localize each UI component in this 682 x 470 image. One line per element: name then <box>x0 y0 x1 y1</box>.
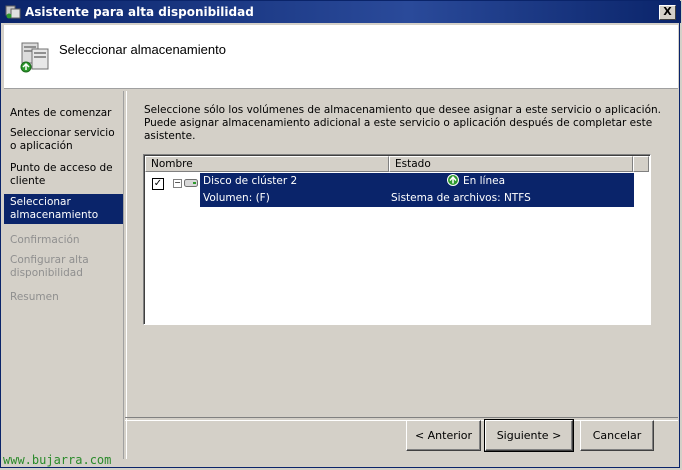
online-arrow-icon <box>447 174 459 186</box>
disk-status: En línea <box>463 175 506 187</box>
column-header-name[interactable]: Nombre <box>145 156 389 172</box>
instructions-text: Seleccione sólo los volúmenes de almacen… <box>144 104 669 143</box>
wizard-header: Seleccionar almacenamiento <box>4 25 678 89</box>
watermark: www.bujarra.com <box>3 453 112 467</box>
sidebar-item-resumen: Resumen <box>10 291 59 303</box>
disk-volume: Volumen: (F) <box>203 192 270 204</box>
sidebar-item-seleccionar-servicio[interactable]: Seleccionar servicio o aplicación <box>4 125 123 155</box>
instructions-line-1: Seleccione sólo los volúmenes de almacen… <box>144 104 661 116</box>
sidebar-item-confirmacion: Confirmación <box>10 234 80 246</box>
next-button[interactable]: Siguiente > <box>484 419 574 452</box>
title-bar[interactable]: Asistente para alta disponibilidad X <box>1 1 681 23</box>
server-storage-icon <box>20 42 49 73</box>
disk-filesystem: Sistema de archivos: NTFS <box>391 192 531 204</box>
sidebar-item-configurar-alta-disponibilidad: Configurar alta disponibilidad <box>10 254 89 279</box>
disk-name: Disco de clúster 2 <box>203 175 298 187</box>
cancel-button[interactable]: Cancelar <box>580 420 654 451</box>
column-header-status[interactable]: Estado <box>389 156 633 172</box>
close-button[interactable]: X <box>659 5 676 20</box>
disk-checkbox[interactable]: ✓ <box>152 178 164 190</box>
table-row[interactable]: Disco de clúster 2 Volumen: (F) En línea… <box>200 173 634 207</box>
back-button[interactable]: < Anterior <box>406 420 481 451</box>
page-title: Seleccionar almacenamiento <box>59 42 226 57</box>
window-title: Asistente para alta disponibilidad <box>25 5 254 19</box>
disk-icon <box>184 179 198 187</box>
sidebar-divider <box>123 91 127 459</box>
cluster-app-icon <box>5 5 21 19</box>
sidebar-item-seleccionar-almacenamiento[interactable]: Seleccionar almacenamiento <box>4 194 123 224</box>
instructions-line-2: Puede asignar almacenamiento adicional a… <box>144 117 653 142</box>
wizard-steps-sidebar: Antes de comenzar Seleccionar servicio o… <box>4 91 124 459</box>
column-header-filler <box>633 156 649 172</box>
sidebar-item-antes-de-comenzar[interactable]: Antes de comenzar <box>4 105 123 122</box>
storage-list[interactable]: Nombre Estado ✓ − Disco de clúster 2 Vol… <box>143 154 651 325</box>
tree-collapse-icon[interactable]: − <box>173 179 182 188</box>
sidebar-item-punto-de-acceso[interactable]: Punto de acceso de cliente <box>4 160 123 190</box>
wizard-window: Asistente para alta disponibilidad X Sel… <box>0 0 681 468</box>
